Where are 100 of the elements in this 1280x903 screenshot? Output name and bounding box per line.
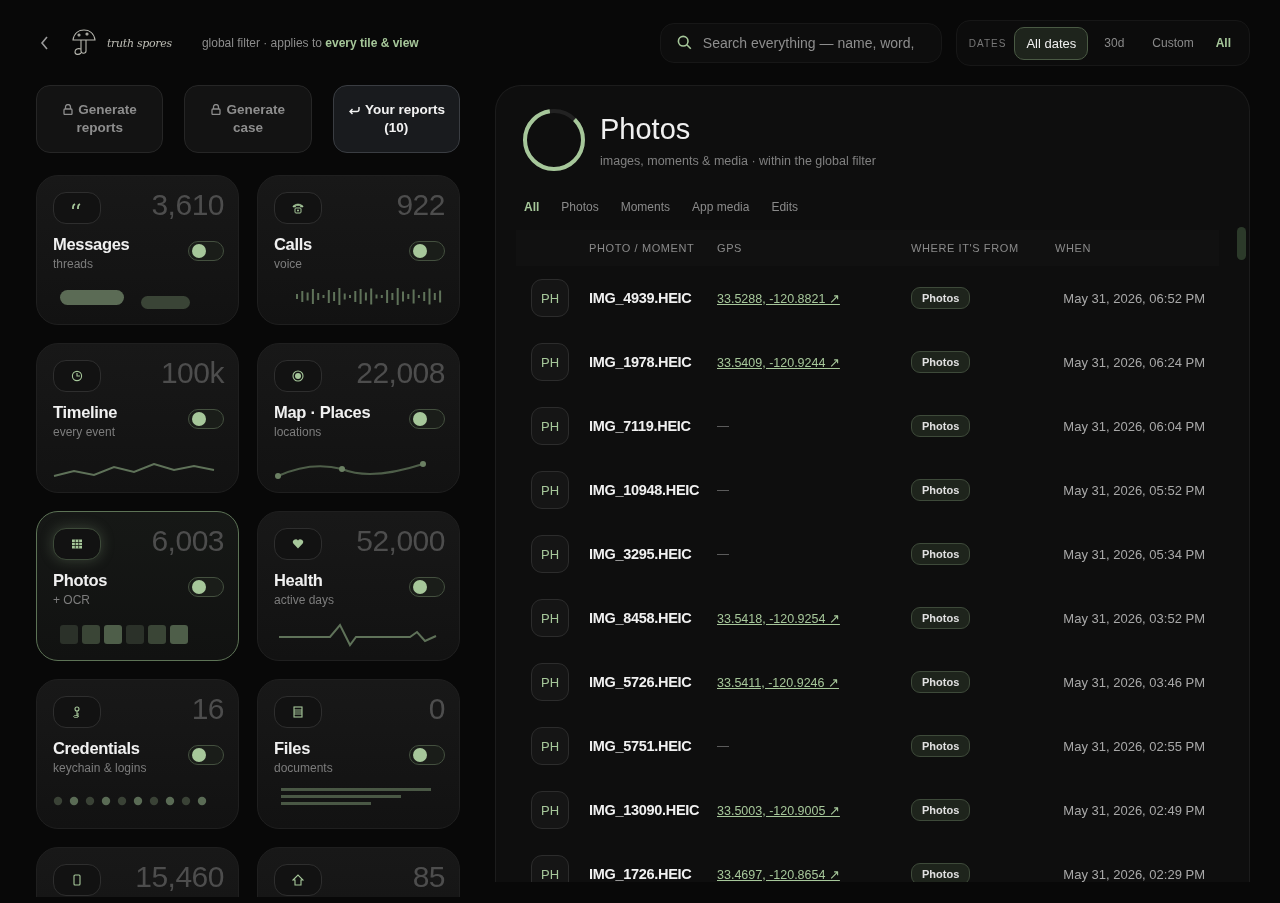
filter-tab[interactable]: Edits (762, 196, 808, 218)
back-icon[interactable] (40, 36, 49, 50)
tile-subtitle: active days (274, 593, 335, 607)
file-name: IMG_4939.HEIC (589, 290, 692, 306)
filter-tab[interactable]: All (516, 196, 549, 218)
source-tag: Photos (911, 735, 971, 757)
lock-icon (62, 104, 73, 115)
file-name: IMG_5726.HEIC (589, 674, 692, 690)
return-arrow-icon (347, 105, 360, 115)
source-tag: Photos (911, 863, 971, 882)
filter-tab[interactable]: App media (683, 196, 759, 218)
gps-link[interactable]: 33.5003, -120.9005 ↗ (717, 802, 840, 818)
tile-title: Health (274, 571, 324, 590)
dates-label: DATES (968, 37, 1007, 49)
thumbnail-badge: PH (531, 343, 569, 381)
table-row[interactable]: PH IMG_4939.HEIC 33.5288, -120.8821 ↗ Photos May 31, 2026, 06:52 PM (516, 266, 1219, 330)
phone-icon (71, 874, 83, 886)
thumbnail-badge: PH (531, 855, 569, 882)
file-name: IMG_8458.HEIC (589, 610, 692, 626)
toggle-switch[interactable] (188, 409, 224, 429)
heart-icon (292, 538, 304, 550)
thumbnail-badge: PH (531, 535, 569, 573)
thumbnail-badge: PH (531, 663, 569, 701)
gps-link[interactable]: 33.5411, -120.9246 ↗ (717, 674, 839, 690)
toggle-switch[interactable] (188, 577, 224, 597)
target-icon (292, 370, 304, 382)
all-link[interactable]: All (1209, 32, 1237, 54)
source-tag: Photos (911, 607, 971, 629)
house-icon (292, 874, 304, 886)
action-button[interactable]: Generate reports (36, 85, 164, 153)
table-row[interactable]: PH IMG_1726.HEIC 33.4697, -120.8654 ↗ Photos May 31, 2026, 02:29 PM (516, 842, 1219, 882)
action-button[interactable]: Generate case (184, 85, 312, 153)
table-row[interactable]: PH IMG_5726.HEIC 33.5411, -120.9246 ↗ Photos May 31, 2026, 03:46 PM (516, 650, 1219, 714)
tile-subtitle: documents (274, 761, 333, 775)
action-button[interactable]: Your reports (10) (332, 85, 460, 153)
source-tag: Photos (911, 415, 971, 437)
search-field[interactable]: Search everything — name, word, (659, 23, 942, 63)
source-tag: Photos (911, 351, 971, 373)
file-name: IMG_10948.HEIC (589, 482, 700, 498)
key-icon (71, 706, 83, 718)
file-name: IMG_13090.HEIC (589, 802, 700, 818)
table-row[interactable]: PH IMG_1978.HEIC 33.5409, -120.9244 ↗ Photos May 31, 2026, 06:24 PM (516, 330, 1219, 394)
filter-note: global filter · applies to every tile & view (201, 36, 419, 50)
timestamp: May 31, 2026, 03:46 PM (1063, 674, 1205, 690)
timestamp: May 31, 2026, 05:52 PM (1063, 482, 1205, 498)
file-name: IMG_3295.HEIC (589, 546, 692, 562)
toggle-switch[interactable] (409, 745, 445, 765)
table-row[interactable]: PH IMG_8458.HEIC 33.5418, -120.9254 ↗ Photos May 31, 2026, 03:52 PM (516, 586, 1219, 650)
table-row[interactable]: PH IMG_5751.HEIC — Photos May 31, 2026, 02:55 PM (516, 714, 1219, 778)
gps-empty: — (717, 547, 729, 561)
tile-title: Map · Places (274, 403, 371, 422)
tile-subtitle: voice (274, 257, 303, 271)
tile-title: Calls (274, 235, 312, 254)
table-row[interactable]: PH IMG_7119.HEIC — Photos May 31, 2026, 06:04 PM (516, 394, 1219, 458)
gps-empty: — (717, 419, 729, 433)
table-row[interactable]: PH IMG_3295.HEIC — Photos May 31, 2026, 05:34 PM (516, 522, 1219, 586)
tile-subtitle: locations (274, 425, 323, 439)
tile-title: Photos (53, 571, 108, 590)
search-icon (676, 35, 692, 50)
filter-tab[interactable]: Moments (611, 196, 680, 218)
gps-link[interactable]: 33.5418, -120.9254 ↗ (717, 610, 840, 626)
tile-title: Credentials (53, 739, 141, 758)
gps-link[interactable]: 33.5288, -120.8821 ↗ (717, 290, 840, 306)
thumbnail-badge: PH (531, 471, 569, 509)
thumbnail-badge: PH (531, 727, 569, 765)
tile-subtitle: threads (53, 257, 95, 271)
toggle-switch[interactable] (409, 409, 445, 429)
grid-icon (71, 538, 83, 550)
toggle-switch[interactable] (409, 241, 445, 261)
gps-empty: — (717, 483, 729, 497)
category-tile[interactable]: 6,003 Photos + OCR (36, 511, 239, 661)
gps-link[interactable]: 33.4697, -120.8654 ↗ (717, 866, 840, 882)
telephone-icon (292, 202, 304, 214)
file-name: IMG_1978.HEIC (589, 354, 692, 370)
panel-subtitle: images, moments & media · within the global filter (600, 153, 876, 168)
date-option[interactable]: Custom (1140, 27, 1206, 59)
file-name: IMG_1726.HEIC (589, 866, 692, 882)
gps-link[interactable]: 33.5409, -120.9244 ↗ (717, 354, 840, 370)
column-header: PHOTO / MOMENT (589, 242, 696, 254)
column-header: GPS (717, 242, 744, 254)
table-row[interactable]: PH IMG_13090.HEIC 33.5003, -120.9005 ↗ Photos May 31, 2026, 02:49 PM (516, 778, 1219, 842)
tile-subtitle: every event (53, 425, 117, 439)
filter-tab[interactable]: Photos (552, 196, 608, 218)
date-option[interactable]: 30d (1092, 27, 1137, 59)
thumbnail-badge: PH (531, 407, 569, 445)
source-tag: Photos (911, 479, 971, 501)
table-row[interactable]: PH IMG_10948.HEIC — Photos May 31, 2026, 05:52 PM (516, 458, 1219, 522)
thumbnail-badge: PH (531, 599, 569, 637)
thumbnail-badge: PH (531, 791, 569, 829)
toggle-switch[interactable] (188, 241, 224, 261)
clock-icon (71, 370, 83, 382)
mushroom-icon (71, 29, 97, 57)
tile-subtitle: + OCR (53, 593, 91, 607)
file-name: IMG_7119.HEIC (589, 418, 691, 434)
date-option[interactable]: All dates (1014, 26, 1089, 60)
timestamp: May 31, 2026, 02:55 PM (1063, 738, 1205, 754)
toggle-switch[interactable] (188, 745, 224, 765)
toggle-switch[interactable] (409, 577, 445, 597)
scrollbar[interactable] (1237, 227, 1246, 260)
tile-subtitle: keychain & logins (53, 761, 147, 775)
